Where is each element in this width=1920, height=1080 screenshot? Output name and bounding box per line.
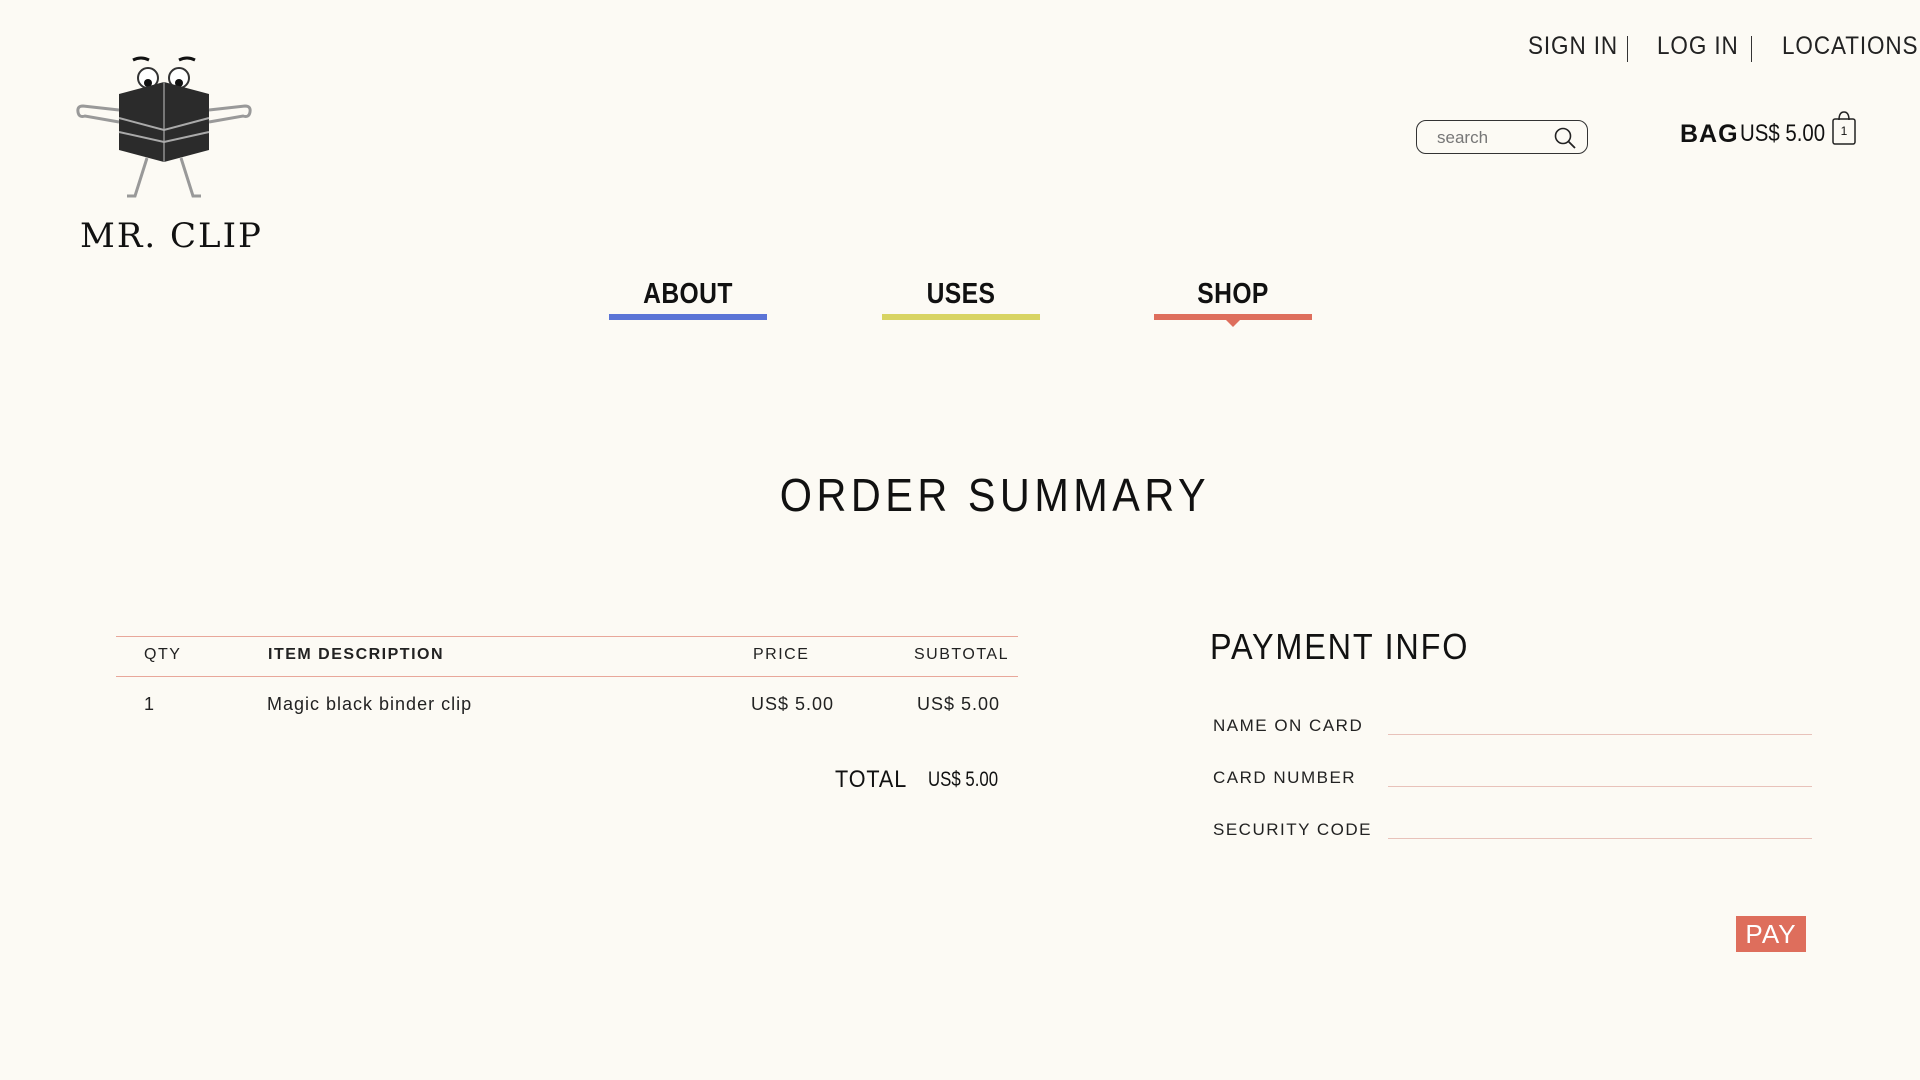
column-header-description: ITEM DESCRIPTION: [268, 646, 445, 663]
total-value: US$ 5.00: [928, 768, 999, 791]
name-on-card-field[interactable]: [1388, 708, 1812, 735]
column-header-subtotal: SUBTOTAL: [914, 646, 1009, 663]
name-on-card-label: NAME ON CARD: [1213, 716, 1364, 735]
column-header-qty: QTY: [144, 646, 182, 663]
row-price: US$ 5.00: [751, 694, 835, 714]
search-input[interactable]: [1435, 127, 1551, 149]
pay-button[interactable]: PAY: [1736, 916, 1806, 952]
tab-uses[interactable]: USES: [882, 274, 1040, 324]
table-divider: [116, 676, 1018, 677]
row-qty: 1: [144, 694, 156, 714]
row-description: Magic black binder clip: [267, 694, 473, 714]
search-icon[interactable]: [1553, 126, 1577, 150]
log-in-link[interactable]: LOG IN: [1657, 32, 1739, 61]
active-tab-caret-icon: [1225, 319, 1241, 327]
top-divider: [1627, 36, 1628, 62]
tab-uses-label: USES: [926, 278, 996, 310]
tab-about-label: ABOUT: [643, 278, 733, 310]
bag-label[interactable]: BAG: [1680, 120, 1739, 149]
column-header-price: PRICE: [753, 646, 810, 663]
search-box: [1416, 120, 1588, 154]
security-code-label: SECURITY CODE: [1213, 820, 1372, 839]
row-subtotal: US$ 5.00: [917, 694, 1001, 714]
payment-title: PAYMENT INFO: [1210, 626, 1470, 667]
tab-about-underline: [609, 314, 767, 320]
shopping-bag-icon[interactable]: 1: [1832, 110, 1856, 146]
tab-shop-label: SHOP: [1197, 278, 1269, 310]
card-number-field[interactable]: [1388, 760, 1812, 787]
top-divider: [1751, 36, 1752, 62]
page-title: ORDER SUMMARY: [779, 469, 1211, 521]
card-number-label: CARD NUMBER: [1213, 768, 1357, 787]
bag-amount: US$ 5.00: [1740, 120, 1826, 147]
sign-in-link[interactable]: SIGN IN: [1528, 32, 1618, 61]
locations-link[interactable]: LOCATIONS: [1782, 32, 1918, 61]
tab-uses-underline: [882, 314, 1040, 320]
total-label: TOTAL: [835, 766, 908, 793]
brand-name: MR. CLIP: [80, 216, 263, 256]
tab-about[interactable]: ABOUT: [609, 274, 767, 324]
table-divider: [116, 636, 1018, 637]
tab-shop[interactable]: SHOP: [1154, 274, 1312, 327]
bag-count-badge: 1: [1840, 124, 1848, 138]
security-code-field[interactable]: [1388, 812, 1812, 839]
